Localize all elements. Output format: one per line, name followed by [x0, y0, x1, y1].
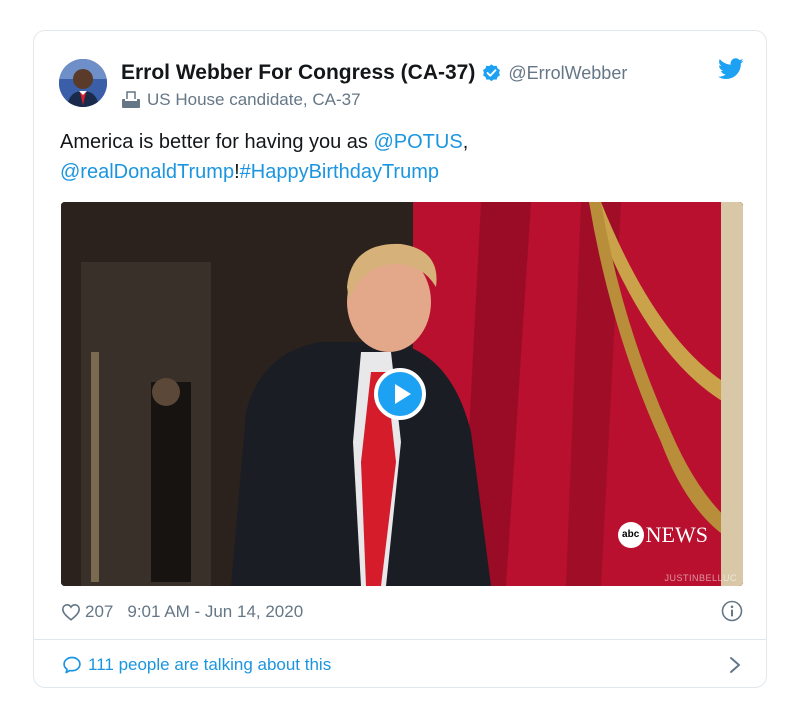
author-display-name[interactable]: Errol Webber For Congress (CA-37) — [121, 61, 475, 85]
speech-bubble-icon — [63, 656, 81, 674]
mention-realdonaldtrump-link[interactable]: @realDonaldTrump — [60, 161, 234, 183]
heart-icon[interactable] — [61, 603, 81, 621]
verified-badge-icon — [481, 63, 502, 84]
tweet-text: America is better for having you as @POT… — [60, 127, 750, 187]
author-label-line: US House candidate, CA-37 — [121, 90, 361, 110]
abc-logo: abc — [617, 522, 644, 548]
divider — [34, 639, 766, 640]
tweet-comma: , — [462, 131, 469, 153]
twitter-bird-icon[interactable] — [718, 58, 744, 80]
video-credit: JUSTINBELLUC — [664, 573, 737, 583]
abc-news-watermark: abc NEWS — [617, 522, 708, 548]
name-line: Errol Webber For Congress (CA-37) @Errol… — [121, 61, 627, 85]
tweet-card[interactable]: Errol Webber For Congress (CA-37) @Errol… — [33, 30, 767, 688]
chevron-right-icon[interactable] — [728, 655, 742, 675]
mention-potus-link[interactable]: @POTUS — [373, 131, 462, 153]
play-icon — [395, 384, 411, 404]
ballot-box-icon — [121, 91, 141, 109]
tweet-meta: 207 9:01 AM - Jun 14, 2020 — [61, 600, 743, 624]
avatar[interactable] — [59, 59, 107, 107]
conversation-link[interactable]: 111 people are talking about this — [62, 653, 742, 677]
tweet-header: Errol Webber For Congress (CA-37) @Errol… — [59, 56, 744, 116]
news-wordmark: NEWS — [645, 522, 708, 547]
info-icon[interactable] — [721, 600, 743, 622]
video-media[interactable]: abc NEWS JUSTINBELLUC — [61, 202, 743, 586]
talking-count-text[interactable]: 111 people are talking about this — [88, 655, 331, 675]
like-count[interactable]: 207 — [85, 602, 113, 622]
tweet-text-plain: America is better for having you as — [60, 131, 374, 153]
hashtag-link[interactable]: #HappyBirthdayTrump — [240, 161, 439, 183]
author-label: US House candidate, CA-37 — [147, 90, 361, 109]
tweet-timestamp[interactable]: 9:01 AM - Jun 14, 2020 — [127, 602, 303, 622]
author-handle[interactable]: @ErrolWebber — [508, 63, 627, 84]
play-button[interactable] — [374, 368, 426, 420]
